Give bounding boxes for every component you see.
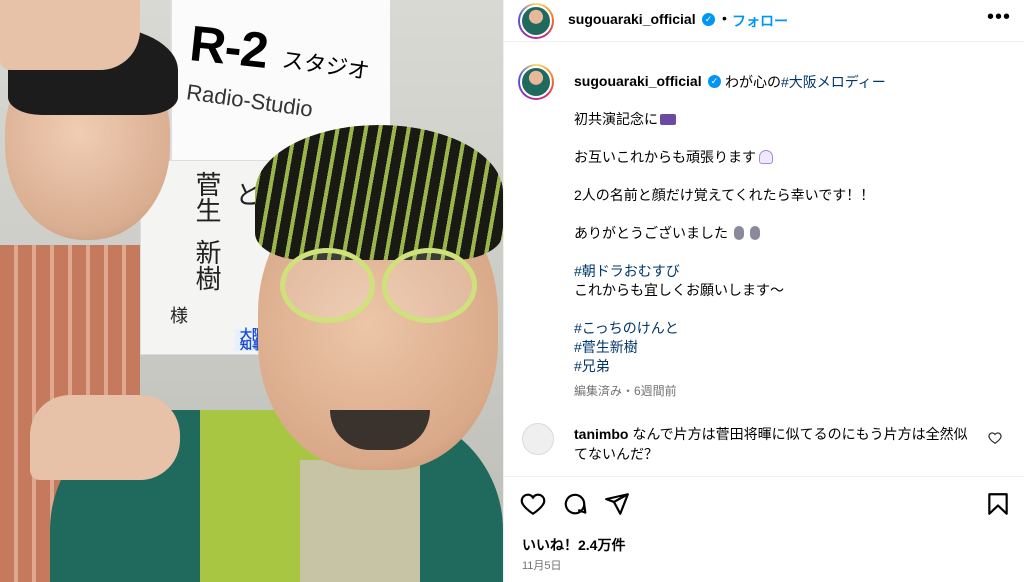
name-sign-3: 新樹: [192, 239, 222, 291]
hashtag-kocchinokento[interactable]: #こっちのけんと: [574, 319, 994, 338]
comment-item: tanimbo なんで片方は菅田将暉に似てるのにもう片方は全然似てないんだ？: [522, 423, 1012, 475]
hashtag-asadora-omusubi[interactable]: #朝ドラおむすび: [574, 262, 994, 281]
rice-ball-emoji-icon: [759, 150, 773, 164]
comment-icon[interactable]: [562, 491, 588, 517]
post-header: sugouaraki_official ✓ • フォロー •••: [504, 0, 1024, 42]
caption-line: 2人の名前と顔だけ覚えてくれたら幸いです！！: [574, 187, 875, 203]
post-username[interactable]: sugouaraki_official: [568, 11, 696, 27]
person-left-hand-top: [0, 0, 140, 70]
glasses-lens-right: [382, 248, 477, 323]
glasses-lens-left: [280, 248, 375, 323]
caption-body: 初共演記念に お互いこれからも頑張ります 2人の名前と顔だけ覚えてくれたら幸いで…: [574, 110, 994, 401]
header-separator: •: [722, 10, 727, 26]
name-sign-honorific: 様: [168, 306, 188, 324]
hashtag-kyoudai[interactable]: #兄弟: [574, 357, 994, 376]
microphone-emoji-icon: [734, 226, 744, 240]
comment-username[interactable]: tanimbo: [574, 426, 628, 442]
camera-emoji-icon: [660, 114, 676, 125]
glasses: [270, 248, 490, 323]
comment-body: なんで片方は菅田将暉に似てるのにもう片方は全然似てないんだ？: [574, 426, 968, 462]
verified-badge-icon: ✓: [702, 13, 715, 26]
microphone-emoji-icon: [750, 226, 760, 240]
more-options-icon[interactable]: •••: [987, 6, 1011, 29]
comment-like-heart-icon[interactable]: [988, 431, 1002, 445]
caption-title-text: わが心の: [725, 74, 781, 90]
comment-text: tanimbo なんで片方は菅田将暉に似てるのにもう片方は全然似てないんだ？: [574, 424, 979, 464]
person-left-hand-pointing: [30, 395, 180, 480]
profile-avatar[interactable]: [518, 3, 554, 39]
studio-sign-sub: Radio-Studio: [184, 79, 315, 122]
person-right-shirt: [300, 460, 420, 582]
studio-sign-text: R-2: [187, 15, 271, 79]
caption-verified-icon: ✓: [708, 75, 721, 88]
studio-sign-kana: スタジオ: [280, 46, 372, 84]
person-right-hair: [255, 125, 503, 260]
post-sidebar: sugouaraki_official ✓ • フォロー ••• sugouar…: [503, 0, 1024, 582]
caption-line: これからも宜しくお願いします〜: [574, 282, 784, 298]
name-sign-2: 菅生: [192, 171, 222, 223]
hashtag-osaka-melody[interactable]: #大阪メロディー: [781, 74, 886, 90]
heart-icon[interactable]: [520, 491, 546, 517]
comment-avatar[interactable]: [522, 423, 554, 455]
caption-avatar[interactable]: [518, 64, 554, 100]
bookmark-icon[interactable]: [985, 491, 1011, 517]
caption-meta: 編集済み・6週間前: [574, 384, 677, 398]
caption-title: わが心の#大阪メロディー: [725, 72, 886, 92]
follow-button[interactable]: フォロー: [732, 11, 788, 31]
caption-line: お互いこれからも頑張ります: [574, 148, 994, 167]
post-photo[interactable]: R-2 スタジオ Radio-Studio こっちのけんと 菅生 新樹 様 大阪…: [0, 0, 503, 582]
caption-line: 初共演記念に: [574, 110, 994, 129]
action-bar: いいね！2.4万件 11月5日: [504, 476, 1024, 582]
likes-count[interactable]: いいね！2.4万件: [522, 535, 625, 555]
post-date[interactable]: 11月5日: [522, 557, 562, 573]
share-icon[interactable]: [604, 491, 630, 517]
instagram-post: R-2 スタジオ Radio-Studio こっちのけんと 菅生 新樹 様 大阪…: [0, 0, 1024, 582]
hashtag-sugou-arata[interactable]: #菅生新樹: [574, 338, 994, 357]
caption-line: ありがとうございました: [574, 224, 994, 243]
caption-username[interactable]: sugouaraki_official: [574, 73, 702, 89]
